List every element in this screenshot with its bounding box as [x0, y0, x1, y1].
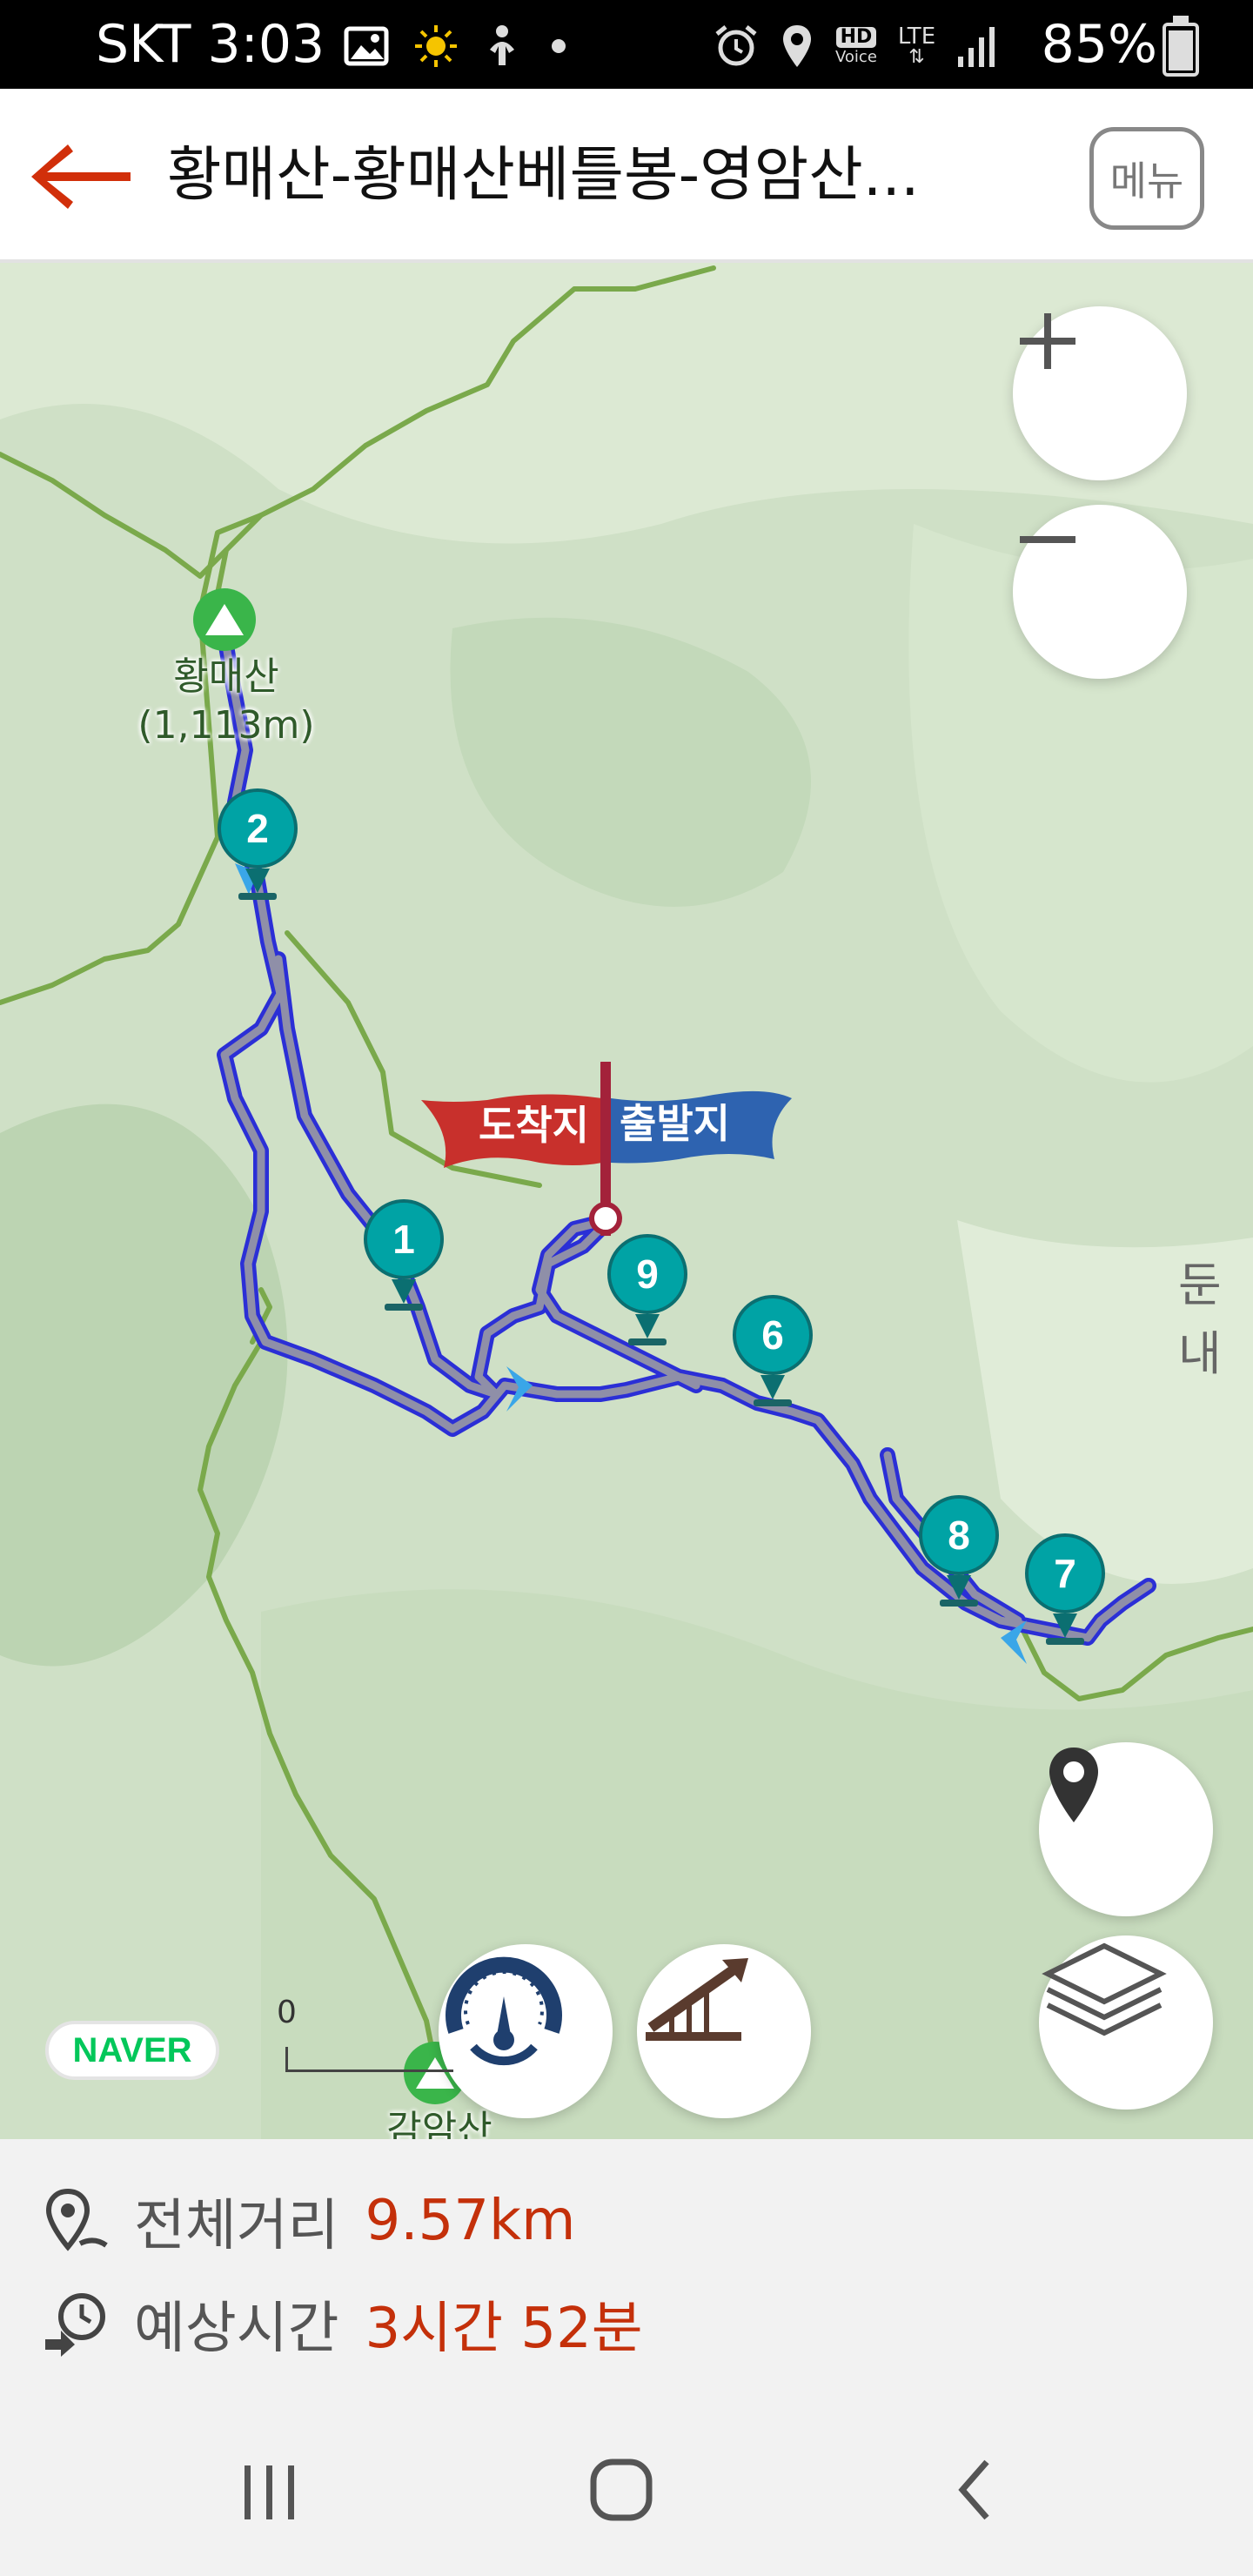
waypoint-marker[interactable]: 6 [733, 1295, 813, 1417]
my-location-button[interactable] [1039, 1742, 1213, 1916]
scale-zero-label: 0 [277, 1995, 297, 2030]
layers-icon [1042, 1942, 1167, 2036]
figure-icon [490, 25, 514, 65]
distance-label: 전체거리 [134, 2194, 339, 2258]
zoom-in-icon [1020, 313, 1075, 369]
zoom-in-button[interactable] [1013, 306, 1187, 480]
signal-icon [958, 27, 995, 67]
zoom-out-button[interactable] [1013, 505, 1187, 679]
naver-logo: NAVER [45, 2021, 219, 2080]
hd-voice-icon: HD Voice [835, 26, 877, 66]
recent-apps-icon [245, 2465, 294, 2519]
status-bar: SKT 3:03 HD Voice LTE ⇅ 85% [0, 0, 1253, 89]
battery-icon [1163, 16, 1199, 77]
place-label: 황매산 (1,113m) [137, 654, 315, 748]
waypoint-marker[interactable]: 1 [364, 1199, 444, 1321]
speedometer-icon [446, 1956, 562, 2066]
page-title: 황매산-황매산베틀봉-영암산... [167, 141, 920, 210]
my-location-icon [1049, 1748, 1098, 1822]
summit-marker-icon [193, 588, 256, 651]
back-icon [958, 2459, 989, 2520]
home-button[interactable] [569, 2442, 673, 2538]
zoom-out-icon [1020, 536, 1075, 543]
waypoint-marker[interactable]: 9 [607, 1234, 687, 1356]
waypoint-marker[interactable]: 8 [919, 1495, 999, 1617]
menu-button[interactable]: 메뉴 [1089, 127, 1204, 230]
elevation-button[interactable] [637, 1944, 811, 2118]
place-label: 둔내 [1178, 1258, 1222, 1381]
image-icon [344, 26, 389, 66]
dot-icon [552, 39, 566, 53]
time-value: 3시간 52분 [365, 2297, 643, 2361]
waypoint-marker[interactable]: 7 [1025, 1533, 1105, 1655]
time-icon [45, 2293, 105, 2357]
recent-apps-button[interactable] [218, 2449, 322, 2536]
lte-icon: LTE ⇅ [897, 23, 936, 68]
back-arrow-icon [31, 144, 131, 209]
sun-icon [415, 25, 457, 67]
alarm-icon [715, 25, 757, 66]
map-view[interactable]: 도착지 출발지 황매산 (1,113m) 감암산 둔내 2 1 9 6 8 7 [0, 263, 1253, 2139]
distance-row: 전체거리 9.57km [42, 2177, 575, 2264]
back-button[interactable] [24, 138, 137, 216]
carrier-time: SKT 3:03 [96, 14, 325, 75]
elevation-icon [646, 1958, 748, 2041]
time-label: 예상시간 [134, 2297, 339, 2361]
layers-button[interactable] [1039, 1935, 1213, 2110]
home-icon [590, 2459, 653, 2521]
route-info-panel: 전체거리 9.57km 예상시간 3시간 52분 [0, 2139, 1253, 2397]
title-bar: 황매산-황매산베틀봉-영암산... 메뉴 [0, 89, 1253, 263]
distance-value: 9.57km [365, 2189, 576, 2253]
scale-bar [285, 2047, 453, 2072]
speed-button[interactable] [439, 1944, 613, 2118]
time-row: 예상시간 3시간 52분 [42, 2280, 643, 2367]
nav-back-button[interactable] [922, 2442, 1027, 2538]
system-nav-bar [0, 2397, 1253, 2576]
distance-icon [45, 2188, 108, 2251]
location-icon [783, 25, 811, 67]
departure-label: 출발지 [620, 1100, 730, 1147]
battery-percent: 85% [1041, 14, 1157, 75]
waypoint-marker[interactable]: 2 [218, 788, 298, 910]
arrival-label: 도착지 [479, 1102, 589, 1149]
